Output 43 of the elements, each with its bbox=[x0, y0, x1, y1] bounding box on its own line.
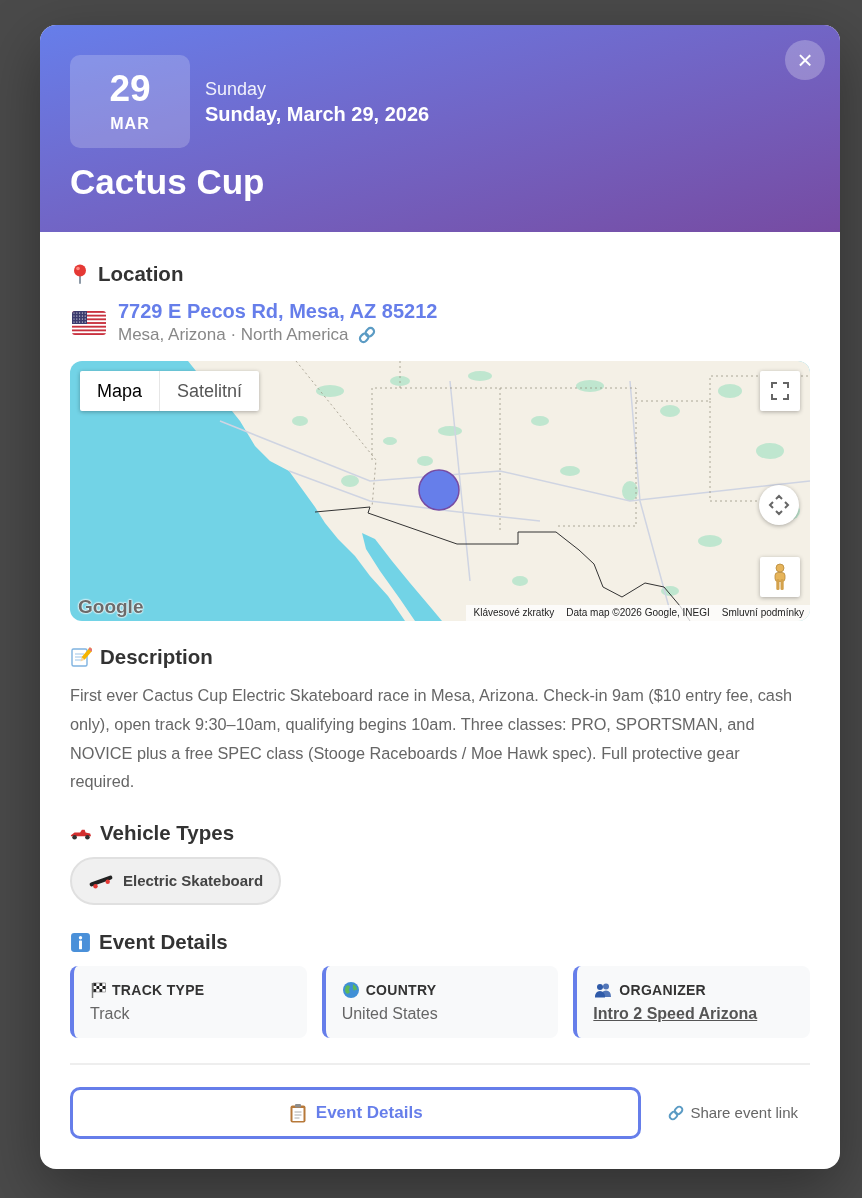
section-heading: Description bbox=[100, 644, 213, 670]
address-link[interactable]: 7729 E Pecos Rd, Mesa, AZ 85212 bbox=[118, 299, 438, 323]
clipboard-icon bbox=[288, 1103, 307, 1124]
memo-icon bbox=[70, 646, 92, 668]
pan-arrows-icon bbox=[767, 493, 791, 517]
checkered-flag-icon bbox=[90, 980, 106, 999]
google-logo: Google bbox=[78, 596, 144, 618]
section-heading: Location bbox=[98, 261, 184, 287]
pin-icon bbox=[73, 264, 87, 284]
link-icon bbox=[356, 325, 377, 345]
attribution-link[interactable]: Smluvní podmínky bbox=[715, 605, 810, 621]
detail-value: Track bbox=[90, 1003, 130, 1024]
detail-value: United States bbox=[341, 1003, 438, 1024]
region-text: Mesa, Arizona · North America bbox=[118, 324, 349, 346]
map-type-tab[interactable]: Satelitní bbox=[159, 371, 260, 411]
detail-label: ORGANIZER bbox=[619, 980, 707, 1000]
map-type-tab[interactable]: Mapa bbox=[80, 371, 160, 411]
vehicle-type-label: Electric Skateboard bbox=[123, 871, 264, 892]
fullscreen-button[interactable] bbox=[760, 371, 800, 411]
weekday-label: Sunday bbox=[205, 77, 268, 101]
event-title: Cactus Cup bbox=[70, 162, 265, 202]
globe-icon bbox=[341, 980, 360, 999]
organizer-link[interactable]: Intro 2 Speed Arizona bbox=[593, 1002, 758, 1025]
link-icon bbox=[667, 1104, 686, 1123]
attribution-link[interactable]: Data map ©2026 Google, INEGI bbox=[560, 605, 716, 621]
people-icon bbox=[593, 981, 614, 998]
us-flag-icon bbox=[72, 311, 106, 335]
location-marker-icon bbox=[418, 469, 460, 511]
info-icon bbox=[70, 931, 91, 953]
section-heading: Vehicle Types bbox=[100, 820, 235, 847]
date-day: 29 bbox=[109, 69, 151, 109]
detail-label: TRACK TYPE bbox=[112, 980, 205, 1000]
section-heading: Event Details bbox=[99, 929, 228, 956]
detail-label: COUNTRY bbox=[365, 980, 437, 1000]
event-details-button[interactable]: Event Details bbox=[70, 1087, 642, 1140]
street-view-button[interactable] bbox=[760, 557, 800, 597]
date-month: MAR bbox=[110, 114, 150, 134]
description-text: First ever Cactus Cup Electric Skateboard race in Mesa, Arizona. Check-in 9am ($10 entry fee, cash only), open track 9:30–10am, qualifying begins 10am. Three classes: PRO, SPORTSMAN, and NOVICE plus a free SPEC class (Stooge Raceboards / Moe Hawk spec). Full protective gear required. bbox=[70, 685, 794, 793]
share-link[interactable]: Share event link bbox=[655, 1101, 810, 1125]
attribution-link[interactable]: Klávesové zkratky bbox=[467, 605, 561, 621]
person-icon bbox=[772, 563, 788, 591]
full-date: Sunday, March 29, 2026 bbox=[205, 101, 430, 127]
fullscreen-icon bbox=[771, 382, 789, 400]
